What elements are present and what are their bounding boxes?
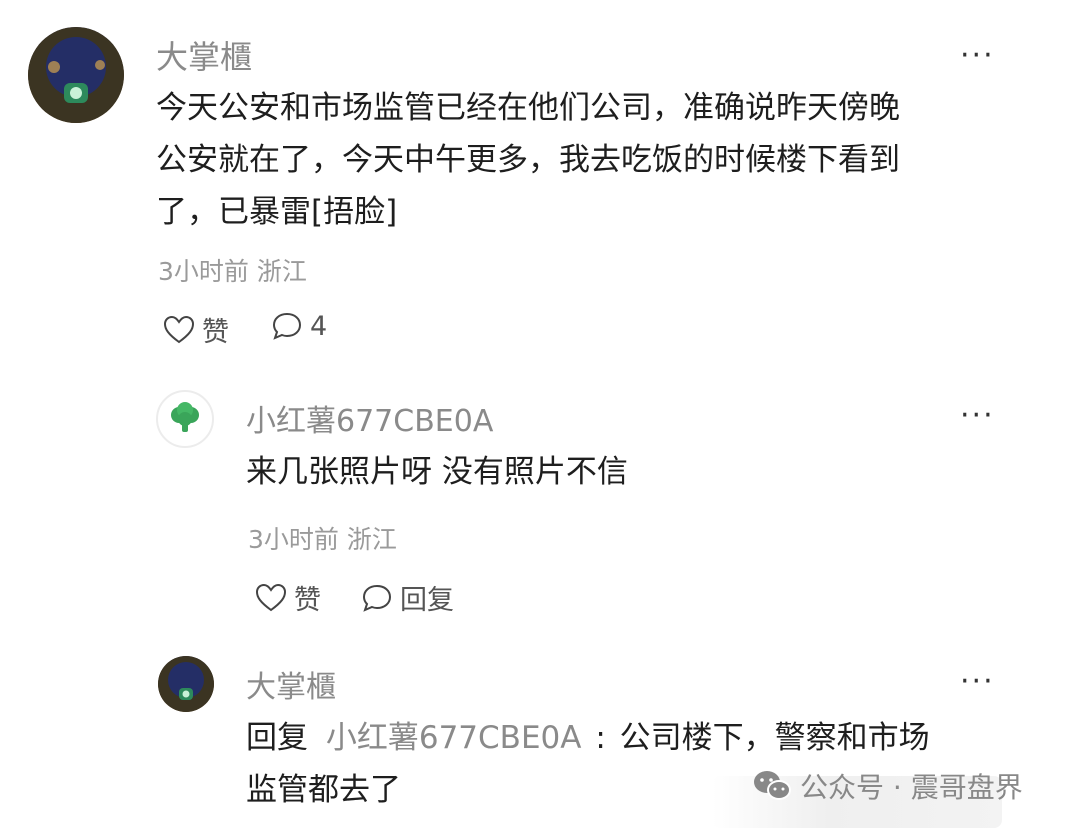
like-button[interactable]: 赞: [254, 578, 321, 617]
reply-count-button[interactable]: 4: [270, 310, 327, 342]
comment-meta: 3小时前 浙江: [248, 525, 397, 554]
mention-colon: :: [595, 720, 606, 756]
comment-bubble-icon: [272, 312, 302, 340]
comment-text: 今天公安和市场监管已经在他们公司，准确说昨天傍晚 公安就在了，今天中午更多，我去…: [156, 82, 1036, 238]
comment-text-line: 公安就在了，今天中午更多，我去吃饭的时候楼下看到: [156, 142, 900, 178]
heart-icon: [163, 315, 195, 343]
comment-bubble-icon: [362, 584, 392, 612]
comment-text: 来几张照片呀 没有照片不信: [246, 454, 628, 490]
comment-author[interactable]: 大掌櫃: [156, 32, 252, 78]
more-options-button[interactable]: ···: [960, 398, 995, 433]
reply-prefix: 回复: [246, 720, 308, 756]
wechat-icon: [754, 771, 791, 800]
comment-text-line: 了，已暴雷[捂脸]: [156, 194, 398, 230]
reply-button[interactable]: 回复: [360, 578, 454, 617]
comment-meta: 3小时前 浙江: [158, 257, 307, 286]
avatar[interactable]: [158, 656, 214, 712]
avatar[interactable]: [156, 390, 214, 448]
avatar[interactable]: [28, 27, 124, 123]
reply-label: 回复: [400, 585, 454, 616]
broccoli-icon: [171, 402, 199, 432]
watermark: 公众号 · 震哥盘界: [752, 766, 1023, 806]
watermark-text: 公众号 · 震哥盘界: [800, 771, 1023, 804]
more-options-button[interactable]: ···: [960, 664, 995, 699]
more-options-button[interactable]: ···: [960, 38, 995, 73]
comment-author[interactable]: 小红薯677CBE0A: [246, 396, 493, 440]
mention-link[interactable]: 小红薯677CBE0A: [326, 720, 582, 756]
like-button[interactable]: 赞: [162, 310, 229, 349]
like-label: 赞: [294, 585, 321, 616]
reply-count: 4: [310, 310, 328, 342]
like-label: 赞: [202, 317, 229, 348]
comment-author[interactable]: 大掌櫃: [246, 662, 336, 706]
comment-text-line: 今天公安和市场监管已经在他们公司，准确说昨天傍晚: [156, 90, 900, 126]
comment-text-line: 公司楼下，警察和市场: [619, 720, 930, 756]
heart-icon: [255, 583, 287, 611]
